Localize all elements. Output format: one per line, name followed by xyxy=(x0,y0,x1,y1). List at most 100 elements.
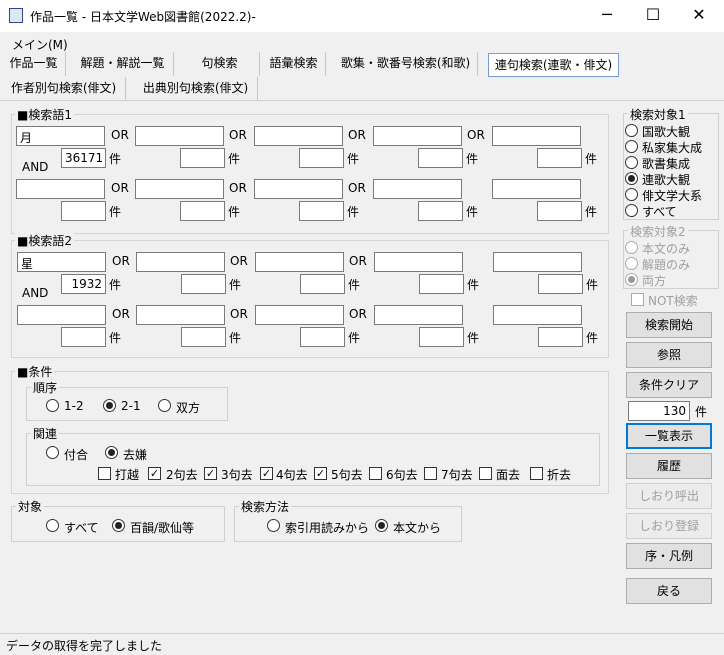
or-label: OR xyxy=(348,128,366,142)
clear-conditions-button[interactable]: 条件クリア xyxy=(626,372,712,398)
target-label-hyakuin: 百韻/歌仙等 xyxy=(130,521,195,535)
method-radio-text[interactable] xyxy=(375,519,388,532)
count-unit: 件 xyxy=(348,278,361,292)
check-omotesari[interactable] xyxy=(479,467,492,480)
term2-row1-input-4[interactable] xyxy=(374,252,463,272)
scope1-radio-all[interactable] xyxy=(625,204,638,217)
relation-radio-tsukeai[interactable] xyxy=(46,446,59,459)
relation-label-tsukeai: 付合 xyxy=(64,448,89,462)
scope1-radio-haibun[interactable] xyxy=(625,188,638,201)
or-label: OR xyxy=(111,181,129,195)
term2-row2-count-5 xyxy=(538,327,583,347)
bookmark-load-button[interactable]: しおり呼出 xyxy=(626,483,712,509)
term2-row1-input-5[interactable] xyxy=(493,252,582,272)
close-button[interactable]: ✕ xyxy=(676,0,722,32)
term1-row1-input-1[interactable]: 月 xyxy=(16,126,105,146)
tab-renku-search[interactable]: 連句検索(連歌・俳文) xyxy=(488,53,619,77)
term1-row2-input-5[interactable] xyxy=(492,179,581,199)
history-button[interactable]: 履歴 xyxy=(626,453,712,479)
tab-author-verse-search[interactable]: 作者別句検索(俳文) xyxy=(2,77,126,101)
count-unit: 件 xyxy=(109,205,122,219)
or-label: OR xyxy=(111,128,129,142)
check-6kusari[interactable] xyxy=(369,467,382,480)
not-search-label: NOT検索 xyxy=(648,294,698,308)
count-unit: 件 xyxy=(229,278,242,292)
menu-bar: メイン(M) xyxy=(0,34,724,54)
check-uchikoshi[interactable] xyxy=(98,467,111,480)
maximize-button[interactable]: ☐ xyxy=(630,0,676,32)
term1-row2-input-4[interactable] xyxy=(373,179,462,199)
tab-source-verse-search[interactable]: 出典別句検索(俳文) xyxy=(134,77,258,101)
term1-row2-input-1[interactable] xyxy=(16,179,105,199)
scope2-radio-text-only[interactable] xyxy=(625,241,638,254)
term2-row2-count-4 xyxy=(419,327,464,347)
check-label-omotesari: 面去 xyxy=(496,468,521,482)
term1-row1-input-5[interactable] xyxy=(492,126,581,146)
scope2-radio-commentary-only[interactable] xyxy=(625,257,638,270)
minimize-button[interactable]: ─ xyxy=(584,0,630,32)
tab-vocabulary-search[interactable]: 語彙検索 xyxy=(262,52,326,76)
count-unit: 件 xyxy=(109,152,122,166)
term2-row2-input-3[interactable] xyxy=(255,305,344,325)
bookmark-save-button[interactable]: しおり登録 xyxy=(626,513,712,539)
term1-row1-count-1: 36171 xyxy=(61,148,106,168)
term2-row1-input-3[interactable] xyxy=(255,252,344,272)
term1-row1-input-4[interactable] xyxy=(373,126,462,146)
term1-row1-input-2[interactable] xyxy=(135,126,224,146)
tab-works-list[interactable]: 作品一覧 xyxy=(2,52,66,76)
term2-row1-input-1[interactable]: 星 xyxy=(17,252,106,272)
check-label-6kusari: 6句去 xyxy=(386,468,418,482)
scope1-radio-kasho[interactable] xyxy=(625,156,638,169)
window-title: 作品一覧 - 日本文学Web図書館(2022.2)- xyxy=(30,10,256,24)
scope2-label-commentary-only: 解題のみ xyxy=(642,258,691,272)
tab-verse-search[interactable]: 句検索 xyxy=(180,52,260,76)
count-unit: 件 xyxy=(466,152,479,166)
not-search-checkbox[interactable] xyxy=(631,293,644,306)
check-7kusari[interactable] xyxy=(424,467,437,480)
list-view-button[interactable]: 一覧表示 xyxy=(626,423,712,449)
term2-row1-input-2[interactable] xyxy=(136,252,225,272)
term2-row2-input-5[interactable] xyxy=(493,305,582,325)
scope1-label-kokka: 国歌大観 xyxy=(642,125,691,139)
scope1-radio-shika[interactable] xyxy=(625,140,638,153)
or-label: OR xyxy=(348,181,366,195)
check-3kusari[interactable]: ✓ xyxy=(204,467,217,480)
term2-row2-input-2[interactable] xyxy=(136,305,225,325)
count-unit: 件 xyxy=(109,278,122,292)
tab-commentary-list[interactable]: 解題・解説一覧 xyxy=(72,52,174,76)
term1-row1-input-3[interactable] xyxy=(254,126,343,146)
scope1-caption: 検索対象1 xyxy=(628,106,688,123)
menu-main[interactable]: メイン(M) xyxy=(12,36,68,53)
relation-label-sarikirai: 去嫌 xyxy=(123,448,148,462)
or-label: OR xyxy=(112,254,130,268)
or-label: OR xyxy=(112,307,130,321)
count-unit: 件 xyxy=(585,152,598,166)
reference-button[interactable]: 参照 xyxy=(626,342,712,368)
order-radio-2-1[interactable] xyxy=(103,399,116,412)
search-start-button[interactable]: 検索開始 xyxy=(626,312,712,338)
target-radio-hyakuin[interactable] xyxy=(112,519,125,532)
scope1-radio-renga[interactable] xyxy=(625,172,638,185)
term2-row2-input-4[interactable] xyxy=(374,305,463,325)
method-radio-index[interactable] xyxy=(267,519,280,532)
order-radio-1-2[interactable] xyxy=(46,399,59,412)
check-5kusari[interactable]: ✓ xyxy=(314,467,327,480)
scope1-radio-kokka[interactable] xyxy=(625,124,638,137)
check-orisari[interactable] xyxy=(530,467,543,480)
preface-button[interactable]: 序・凡例 xyxy=(626,543,712,569)
term1-row2-input-2[interactable] xyxy=(135,179,224,199)
count-unit: 件 xyxy=(586,331,599,345)
scope2-radio-both[interactable] xyxy=(625,273,638,286)
relation-radio-sarikirai[interactable] xyxy=(105,446,118,459)
tab-anthology-search[interactable]: 歌集・歌番号検索(和歌) xyxy=(334,52,478,76)
count-unit: 件 xyxy=(585,205,598,219)
target-radio-all[interactable] xyxy=(46,519,59,532)
back-button[interactable]: 戻る xyxy=(626,578,712,604)
check-2kusari[interactable]: ✓ xyxy=(148,467,161,480)
order-radio-both[interactable] xyxy=(158,399,171,412)
list-count-input[interactable]: 130 xyxy=(628,401,690,421)
term2-row2-input-1[interactable] xyxy=(17,305,106,325)
check-4kusari[interactable]: ✓ xyxy=(260,467,273,480)
status-bar: データの取得を完了しました xyxy=(0,633,724,655)
term1-row2-input-3[interactable] xyxy=(254,179,343,199)
